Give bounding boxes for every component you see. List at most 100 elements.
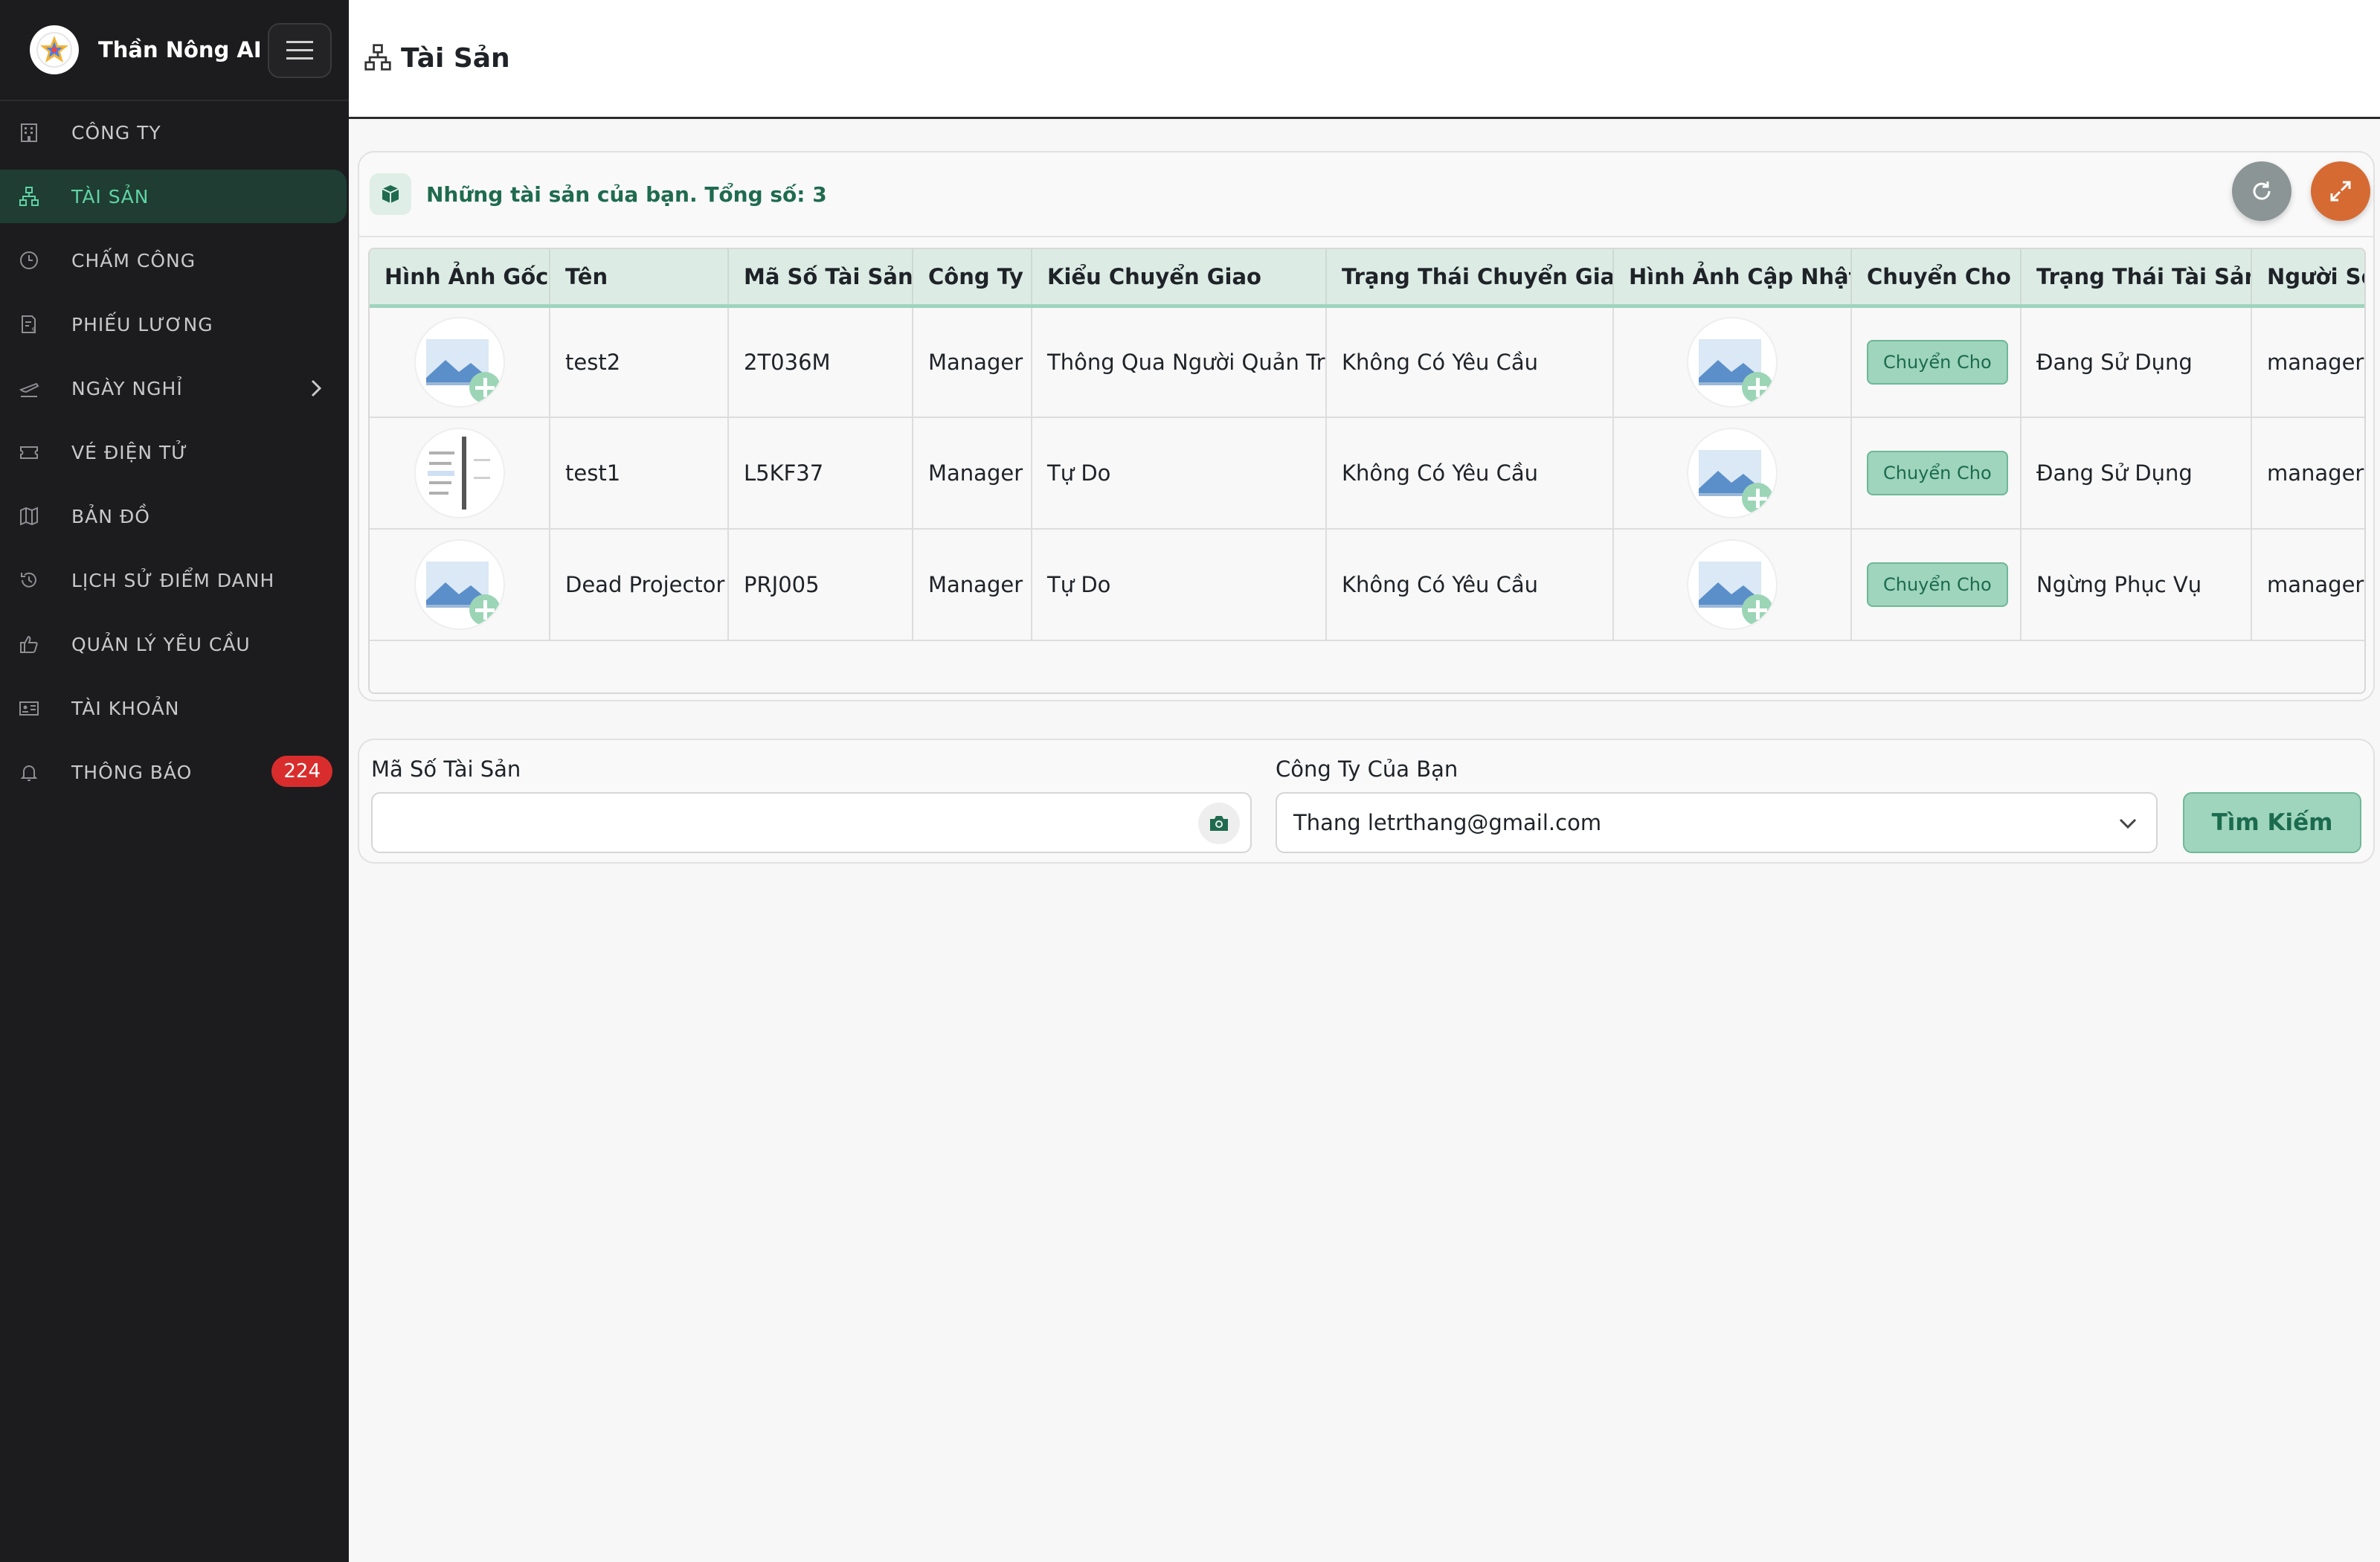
- sidebar-item-label: QUẢN LÝ YÊU CẦU: [71, 633, 251, 655]
- add-image-icon[interactable]: [1742, 483, 1773, 514]
- asset-code: L5KF37: [728, 417, 913, 530]
- sidebar-item-timekeeping[interactable]: CHẤM CÔNG: [0, 234, 349, 287]
- page-title: Tài Sản: [401, 43, 510, 74]
- assets-card: Những tài sản của bạn. Tổng số: 3 Hình Ả…: [358, 151, 2375, 701]
- original-image-thumbnail[interactable]: [415, 429, 504, 517]
- column-header[interactable]: Mã Số Tài Sản: [728, 249, 913, 308]
- expand-icon: [2330, 181, 2351, 202]
- ticket-icon: [18, 441, 40, 463]
- asset-name: test2: [550, 306, 729, 418]
- assets-summary-title: Những tài sản của bạn. Tổng số: 3: [426, 181, 827, 207]
- asset-company: Manager: [913, 306, 1032, 418]
- svg-text:$: $: [31, 327, 36, 335]
- company-select-label: Công Ty Của Bạn: [1276, 756, 1458, 782]
- transfer-cell: Chuyển Cho: [1851, 306, 2022, 418]
- map-icon: [18, 505, 40, 527]
- scan-camera-button[interactable]: [1198, 803, 1240, 844]
- asset-code-label: Mã Số Tài Sản: [371, 756, 521, 782]
- sidebar-item-label: PHIẾU LƯƠNG: [71, 313, 213, 335]
- logo-star-icon[interactable]: [30, 25, 79, 74]
- sidebar-item-payslip[interactable]: $ PHIẾU LƯƠNG: [0, 298, 349, 351]
- add-image-icon[interactable]: [469, 594, 501, 626]
- transfer-to-button[interactable]: Chuyển Cho: [1867, 562, 2008, 607]
- column-header[interactable]: Người Sở: [2251, 249, 2364, 308]
- asset-name: test1: [550, 417, 729, 530]
- asset-status: Đang Sử Dụng: [2021, 306, 2252, 418]
- sidebar-item-assets[interactable]: TÀI SẢN: [0, 170, 347, 223]
- updated-image-thumbnail[interactable]: [1688, 541, 1776, 629]
- asset-name: Dead Projector: [550, 529, 729, 641]
- asset-company: Manager: [913, 529, 1032, 641]
- column-header[interactable]: Hình Ảnh Gốc: [370, 249, 550, 308]
- column-header[interactable]: Kiểu Chuyển Giao: [1032, 249, 1327, 308]
- expand-button[interactable]: [2311, 161, 2370, 221]
- table-row: test1 L5KF37 Manager Tự Do Không Có Yêu …: [370, 417, 2364, 530]
- column-header[interactable]: Hình Ảnh Cập Nhật: [1613, 249, 1852, 308]
- thumbs-up-icon: [18, 633, 40, 655]
- add-image-icon[interactable]: [1742, 594, 1773, 626]
- transfer-status: Không Có Yêu Cầu: [1326, 306, 1614, 418]
- sidebar-item-attendance-history[interactable]: LỊCH SỬ ĐIỂM DANH: [0, 553, 349, 607]
- chevron-right-icon[interactable]: [309, 378, 324, 403]
- sidebar-item-label: TÀI SẢN: [71, 185, 149, 208]
- sidebar-item-e-ticket[interactable]: VÉ ĐIỆN TỬ: [0, 425, 349, 479]
- sidebar-item-leave[interactable]: NGÀY NGHỈ: [0, 361, 349, 415]
- asset-status: Ngừng Phục Vụ: [2021, 529, 2252, 641]
- sidebar-item-requests[interactable]: QUẢN LÝ YÊU CẦU: [0, 617, 349, 671]
- sidebar-item-map[interactable]: BẢN ĐỒ: [0, 489, 349, 543]
- clock-icon: [18, 249, 40, 271]
- search-panel: Mã Số Tài Sản Công Ty Của Bạn Thang letr…: [358, 739, 2375, 864]
- asset-owner: manager@: [2251, 306, 2364, 418]
- asset-code-input[interactable]: [371, 792, 1252, 853]
- updated-image-thumbnail[interactable]: [1688, 429, 1776, 517]
- search-button[interactable]: Tìm Kiếm: [2183, 792, 2361, 853]
- assets-table: Hình Ảnh Gốc Tên Mã Số Tài Sản Công Ty K…: [370, 249, 2364, 641]
- column-header[interactable]: Trạng Thái Tài Sản: [2021, 249, 2252, 308]
- sidebar-item-notifications[interactable]: THÔNG BÁO 224: [0, 745, 349, 799]
- history-icon: [18, 569, 40, 591]
- original-image-thumbnail[interactable]: [415, 318, 504, 406]
- updated-image-thumbnail[interactable]: [1688, 318, 1776, 406]
- transfer-cell: Chuyển Cho: [1851, 529, 2022, 641]
- updated-image-cell: [1613, 417, 1852, 530]
- updated-image-cell: [1613, 529, 1852, 641]
- assets-table-container[interactable]: Hình Ảnh Gốc Tên Mã Số Tài Sản Công Ty K…: [368, 248, 2366, 694]
- original-image-thumbnail[interactable]: [415, 541, 504, 629]
- column-header[interactable]: Chuyển Cho: [1851, 249, 2022, 308]
- sidebar-item-company[interactable]: CÔNG TY: [0, 106, 349, 159]
- add-image-icon[interactable]: [469, 371, 501, 403]
- plane-icon: [18, 377, 40, 399]
- transfer-to-button[interactable]: Chuyển Cho: [1867, 451, 2008, 495]
- sidebar: Thần Nông AI CÔNG TY TÀI SẢN CHẤM CÔNG $…: [0, 0, 349, 1562]
- column-header[interactable]: Trạng Thái Chuyển Giao: [1326, 249, 1614, 308]
- building-icon: [18, 121, 40, 144]
- table-header-row: Hình Ảnh Gốc Tên Mã Số Tài Sản Công Ty K…: [370, 249, 2364, 308]
- column-header[interactable]: Công Ty: [913, 249, 1032, 308]
- asset-status: Đang Sử Dụng: [2021, 417, 2252, 530]
- bell-icon: [18, 761, 40, 783]
- company-select[interactable]: Thang letrthang@gmail.com: [1276, 792, 2158, 853]
- sidebar-item-label: THÔNG BÁO: [71, 761, 193, 783]
- screenshot-thumbnail-icon: [415, 429, 504, 517]
- sidebar-item-account[interactable]: TÀI KHOẢN: [0, 681, 349, 735]
- transfer-type: Tự Do: [1032, 417, 1327, 530]
- brand-name: Thần Nông AI: [98, 37, 262, 62]
- asset-company: Manager: [913, 417, 1032, 530]
- transfer-cell: Chuyển Cho: [1851, 417, 2022, 530]
- sidebar-nav: CÔNG TY TÀI SẢN CHẤM CÔNG $ PHIẾU LƯƠNG …: [0, 101, 349, 799]
- camera-icon: [1210, 816, 1228, 831]
- sidebar-item-label: CHẤM CÔNG: [71, 249, 196, 271]
- id-card-icon: [18, 697, 40, 719]
- column-header[interactable]: Tên: [550, 249, 729, 308]
- transfer-type: Tự Do: [1032, 529, 1327, 641]
- sidebar-item-label: NGÀY NGHỈ: [71, 377, 183, 399]
- sidebar-item-label: LỊCH SỬ ĐIỂM DANH: [71, 569, 275, 591]
- notification-count-badge: 224: [271, 756, 332, 787]
- menu-toggle-button[interactable]: [268, 23, 332, 78]
- updated-image-cell: [1613, 306, 1852, 418]
- asset-owner: manager@: [2251, 529, 2364, 641]
- transfer-to-button[interactable]: Chuyển Cho: [1867, 339, 2008, 385]
- add-image-icon[interactable]: [1742, 371, 1773, 403]
- company-select-value: Thang letrthang@gmail.com: [1293, 810, 1602, 835]
- refresh-button[interactable]: [2232, 161, 2291, 221]
